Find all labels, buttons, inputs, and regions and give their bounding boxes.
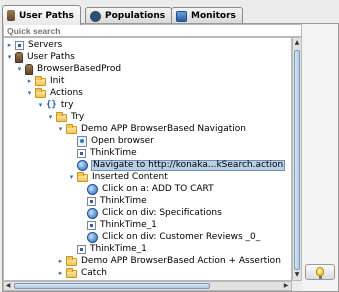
tree-node-label: Servers (28, 39, 63, 50)
scroll-corner (292, 281, 302, 291)
globe-icon (87, 183, 98, 195)
tab-populations-label: Populations (105, 11, 166, 21)
hint-button[interactable] (305, 264, 335, 280)
tree-node-label: Inserted Content (92, 171, 168, 182)
bottle-icon (7, 10, 15, 21)
tree-node-label: Catch (81, 267, 107, 278)
collapse-toggle-icon[interactable]: ▸ (57, 257, 64, 265)
tree-node-label: Click on div: Specifications (102, 207, 222, 218)
tree-node-label: Init (50, 75, 65, 86)
tree-node-label: Open browser (91, 135, 154, 146)
folder-icon (35, 88, 46, 98)
tree-node[interactable]: ▸ Demo APP BrowserBased Action + Assertio… (57, 255, 282, 267)
think-icon (77, 244, 86, 254)
horizontal-scrollbar[interactable]: ◀ ▶ (3, 281, 292, 291)
tab-monitors[interactable]: Monitors (171, 7, 243, 24)
collapse-toggle-icon[interactable]: ▸ (6, 41, 13, 49)
tree-node[interactable]: Click on div: Specifications (78, 207, 223, 219)
tab-user-paths-label: User Paths (19, 10, 74, 21)
tree-node-label: try (60, 99, 74, 110)
tree-node-label: ThinkTime_1 (90, 243, 147, 254)
braces-icon: {} (46, 100, 57, 110)
tree-node[interactable]: ThinkTime_1 (68, 243, 148, 255)
folder-icon (56, 112, 67, 122)
tree-node-label: Demo APP BrowserBased Navigation (81, 123, 246, 134)
expand-toggle-icon[interactable]: ▾ (26, 89, 33, 97)
tree-node[interactable]: ▾ Try (47, 111, 85, 123)
globe-icon (87, 231, 98, 243)
tab-populations[interactable]: Populations (85, 7, 173, 24)
quick-search-input[interactable] (3, 24, 302, 37)
tree-node[interactable]: ▾ Actions (26, 87, 84, 99)
tree-node[interactable]: ThinkTime_1 (78, 219, 158, 231)
tree-node[interactable]: ▸ Catch (57, 267, 108, 279)
expand-toggle-icon[interactable]: ▾ (47, 113, 54, 121)
tree-node[interactable]: ▾ Demo APP BrowserBased Navigation (57, 123, 247, 135)
tree-node[interactable]: ThinkTime (78, 195, 148, 207)
populations-icon (90, 10, 101, 22)
tree-node-label: ThinkTime_1 (100, 219, 157, 230)
tree-node-label: Demo APP BrowserBased Action + Assertion (81, 255, 281, 266)
user-paths-tree[interactable]: ▸ Servers ▾ User Paths ▾ BrowserBasedProd ▸ Ini… (3, 37, 292, 281)
tree-node-label: BrowserBasedProd (37, 63, 122, 74)
lightbulb-icon (316, 267, 324, 279)
tree-node-label: Click on a: ADD TO CART (102, 183, 214, 194)
tree-node[interactable]: ▾ BrowserBasedProd (16, 63, 122, 75)
globe-icon (77, 159, 88, 171)
globe-icon (87, 207, 98, 219)
tree-node-label: Actions (50, 87, 83, 98)
monitors-icon (176, 10, 187, 22)
tree-node[interactable]: Open browser (68, 135, 155, 147)
think-icon (87, 220, 96, 230)
expand-toggle-icon[interactable]: ▾ (6, 53, 13, 61)
tree-node[interactable]: ▾{} try (37, 99, 74, 111)
tree-node-label: User Paths (27, 51, 75, 62)
expand-toggle-icon[interactable]: ▾ (37, 101, 44, 109)
folder-icon (66, 124, 77, 134)
tree-node[interactable]: Click on div: Customer Reviews _0_ (78, 231, 261, 243)
think-icon (77, 148, 86, 158)
think-icon (87, 196, 96, 206)
tree-node[interactable]: ▾ User Paths (6, 51, 76, 63)
tree-node-label: Click on div: Customer Reviews _0_ (102, 231, 261, 242)
scroll-down-icon[interactable]: ▼ (293, 270, 301, 280)
scroll-left-icon[interactable]: ◀ (4, 281, 12, 291)
expand-toggle-icon[interactable]: ▾ (68, 173, 75, 181)
collapse-toggle-icon[interactable]: ▸ (26, 77, 33, 85)
expand-toggle-icon[interactable]: ▾ (57, 125, 64, 133)
collapse-toggle-icon[interactable]: ▸ (57, 269, 64, 277)
tab-bar: User Paths Populations Monitors (0, 4, 339, 25)
tab-monitors-label: Monitors (191, 11, 236, 21)
tree-node[interactable]: ▾ Inserted Content (68, 171, 169, 183)
tab-user-paths[interactable]: User Paths (2, 5, 81, 25)
tree-node-label: Navigate to http://konaka...kSearch.acti… (91, 159, 286, 171)
scroll-right-icon[interactable]: ▶ (282, 281, 290, 291)
bottle-icon (15, 51, 23, 63)
tree-node-label: Try (71, 111, 85, 122)
tree-node[interactable]: ThinkTime (68, 147, 138, 159)
folder-icon (66, 256, 77, 266)
tree-node[interactable]: ▸ Servers (6, 39, 63, 51)
folder-icon (77, 172, 88, 182)
page-icon (77, 135, 87, 147)
scroll-up-icon[interactable]: ▲ (293, 38, 301, 48)
tree-node-label: ThinkTime (90, 147, 137, 158)
tree-node[interactable]: Click on a: ADD TO CART (78, 183, 215, 195)
tree-node[interactable]: ▸ Init (26, 75, 65, 87)
folder-icon (35, 76, 46, 86)
bottle-icon (25, 63, 33, 75)
vertical-scroll-thumb[interactable] (294, 50, 300, 270)
tree-node-label: ThinkTime (100, 195, 147, 206)
vertical-scrollbar[interactable]: ▲ ▼ (292, 37, 302, 281)
user-paths-panel: ▸ Servers ▾ User Paths ▾ BrowserBasedProd ▸ Ini… (2, 23, 339, 292)
expand-toggle-icon[interactable]: ▾ (16, 65, 23, 73)
horizontal-scroll-thumb[interactable] (14, 283, 210, 289)
tree-node[interactable]: Navigate to http://konaka...kSearch.acti… (68, 159, 286, 171)
folder-icon (66, 268, 77, 278)
server-icon (15, 40, 24, 50)
